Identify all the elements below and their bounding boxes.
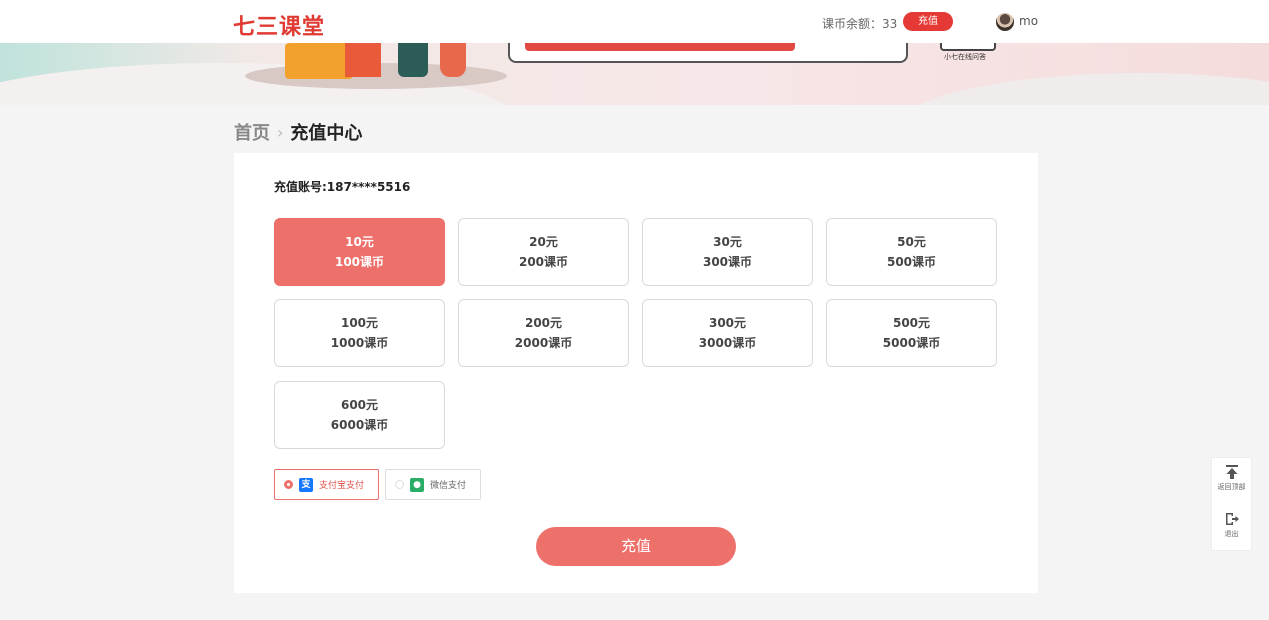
- recharge-option-10[interactable]: 10元 100课币: [274, 218, 445, 286]
- option-coins: 5000课币: [882, 336, 941, 350]
- breadcrumb: 首页 › 充值中心: [234, 119, 362, 145]
- option-coins: 500课币: [886, 255, 937, 269]
- recharge-panel: 充值账号:187****5516 10元 100课币 20元 200课币 30元…: [234, 153, 1038, 593]
- logout-label: 退出: [1224, 530, 1239, 538]
- option-price: 200元: [524, 316, 563, 330]
- banner-badge: [940, 43, 996, 51]
- banner-illustration-person: [440, 43, 466, 77]
- chevron-right-icon: ›: [277, 122, 284, 142]
- alipay-label: 支付宝支付: [319, 481, 365, 491]
- avatar[interactable]: [996, 13, 1014, 31]
- option-price: 600元: [340, 398, 379, 412]
- recharge-option-30[interactable]: 30元 300课币: [642, 218, 813, 286]
- recharge-option-20[interactable]: 20元 200课币: [458, 218, 629, 286]
- option-price: 50元: [897, 235, 926, 249]
- option-price: 10元: [345, 235, 374, 249]
- radio-unselected-icon[interactable]: [395, 480, 404, 489]
- option-coins: 300课币: [702, 255, 753, 269]
- recharge-option-200[interactable]: 200元 2000课币: [458, 299, 629, 367]
- banner-illustration-person: [398, 43, 428, 77]
- recharge-option-500[interactable]: 500元 5000课币: [826, 299, 997, 367]
- back-to-top-button[interactable]: 返回顶部: [1212, 458, 1251, 504]
- recharge-option-600[interactable]: 600元 6000课币: [274, 381, 445, 449]
- option-coins: 200课币: [518, 255, 569, 269]
- recharge-option-50[interactable]: 50元 500课币: [826, 218, 997, 286]
- breadcrumb-home-link[interactable]: 首页: [234, 119, 270, 145]
- option-coins: 6000课币: [330, 418, 389, 432]
- option-coins: 1000课币: [330, 336, 389, 350]
- top-header: 七三课堂 课币余额：33 充值 mo: [0, 0, 1269, 43]
- wechat-pay-label: 微信支付: [430, 481, 467, 491]
- alipay-icon: 支: [299, 477, 313, 492]
- option-price: 20元: [529, 235, 558, 249]
- recharge-option-300[interactable]: 300元 3000课币: [642, 299, 813, 367]
- recharge-option-100[interactable]: 100元 1000课币: [274, 299, 445, 367]
- wechat-pay-option[interactable]: ● 微信支付: [385, 469, 481, 500]
- username[interactable]: mo: [1019, 14, 1038, 28]
- option-price: 300元: [708, 316, 747, 330]
- page-title: 充值中心: [290, 123, 363, 144]
- banner-decoration: [889, 73, 1269, 105]
- option-price: 100元: [340, 316, 379, 330]
- banner-illustration-books: [285, 43, 353, 79]
- header-recharge-button[interactable]: 充值: [903, 12, 953, 31]
- account-number: 充值账号:187****5516: [274, 180, 411, 194]
- option-coins: 3000课币: [698, 336, 757, 350]
- logout-button[interactable]: 退出: [1212, 505, 1251, 551]
- banner-headline: [525, 43, 795, 51]
- wechat-pay-icon: ●: [410, 477, 424, 492]
- floating-toolbar: 返回顶部 退出: [1211, 457, 1252, 551]
- option-price: 500元: [892, 316, 931, 330]
- option-coins: 2000课币: [514, 336, 573, 350]
- option-coins: 100课币: [334, 255, 385, 269]
- recharge-submit-button[interactable]: 充值: [536, 527, 736, 566]
- banner-illustration-books: [345, 43, 381, 77]
- logout-icon: [1224, 511, 1240, 527]
- back-to-top-label: 返回顶部: [1217, 483, 1246, 491]
- promo-banner[interactable]: 小七在线问答: [0, 43, 1269, 105]
- coin-balance: 课币余额：33: [822, 17, 898, 31]
- site-logo[interactable]: 七三课堂: [233, 9, 325, 41]
- arrow-up-to-top-icon: [1224, 464, 1240, 480]
- radio-selected-icon[interactable]: [284, 480, 293, 489]
- banner-badge-text: 小七在线问答: [944, 53, 986, 61]
- option-price: 30元: [713, 235, 742, 249]
- alipay-option[interactable]: 支 支付宝支付: [274, 469, 379, 500]
